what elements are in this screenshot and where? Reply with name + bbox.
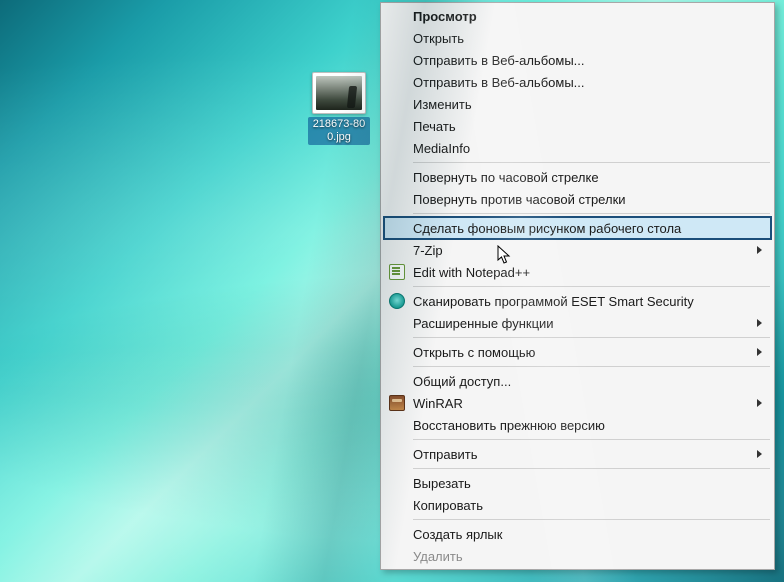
chevron-right-icon — [757, 319, 762, 327]
menu-item-label: Edit with Notepad++ — [413, 265, 530, 280]
menu-item-label: Отправить в Веб-альбомы... — [413, 75, 585, 90]
chevron-right-icon — [757, 399, 762, 407]
menu-item-label: Отправить — [413, 447, 477, 462]
menu-item[interactable]: WinRAR — [383, 392, 772, 414]
menu-item-label: Расширенные функции — [413, 316, 554, 331]
context-menu: Просмотр Открыть Отправить в Веб-альбомы..… — [380, 2, 775, 570]
menu-item[interactable]: Изменить — [383, 93, 772, 115]
menu-item-label: Печать — [413, 119, 456, 134]
menu-item[interactable]: Восстановить прежнюю версию — [383, 414, 772, 436]
file-thumbnail — [312, 72, 366, 114]
menu-separator — [413, 162, 770, 163]
menu-item-label: Повернуть против часовой стрелки — [413, 192, 626, 207]
eset-icon — [389, 293, 405, 309]
menu-item[interactable]: Расширенные функции — [383, 312, 772, 334]
menu-item-label: Удалить — [413, 549, 463, 564]
menu-item[interactable]: Повернуть по часовой стрелке — [383, 166, 772, 188]
chevron-right-icon — [757, 450, 762, 458]
menu-item-label: Открыть с помощью — [413, 345, 535, 360]
winrar-icon — [389, 395, 405, 411]
menu-item-label: Сделать фоновым рисунком рабочего стола — [413, 221, 681, 236]
menu-item[interactable]: Создать ярлык — [383, 523, 772, 545]
desktop-file-icon[interactable]: 218673-800.jpg — [308, 72, 370, 145]
menu-item[interactable]: Просмотр — [383, 5, 772, 27]
menu-separator — [413, 337, 770, 338]
menu-item[interactable]: Открыть с помощью — [383, 341, 772, 363]
menu-item[interactable]: Общий доступ... — [383, 370, 772, 392]
menu-separator — [413, 468, 770, 469]
menu-separator — [413, 519, 770, 520]
menu-item-label: Просмотр — [413, 9, 477, 24]
menu-item[interactable]: Повернуть против часовой стрелки — [383, 188, 772, 210]
menu-item-label: Восстановить прежнюю версию — [413, 418, 605, 433]
menu-item[interactable]: Копировать — [383, 494, 772, 516]
menu-item-label: Повернуть по часовой стрелке — [413, 170, 599, 185]
menu-item-label: Изменить — [413, 97, 472, 112]
menu-item[interactable]: 7-Zip — [383, 239, 772, 261]
menu-separator — [413, 439, 770, 440]
menu-item[interactable]: Сделать фоновым рисунком рабочего стола — [383, 216, 772, 240]
menu-separator — [413, 366, 770, 367]
notepad-icon — [389, 264, 405, 280]
menu-item[interactable]: Печать — [383, 115, 772, 137]
file-label: 218673-800.jpg — [308, 117, 370, 145]
menu-item-label: Вырезать — [413, 476, 471, 491]
menu-item-label: MediaInfo — [413, 141, 470, 156]
menu-separator — [413, 213, 770, 214]
menu-item[interactable]: MediaInfo — [383, 137, 772, 159]
menu-item-label: Копировать — [413, 498, 483, 513]
menu-item-label: Общий доступ... — [413, 374, 511, 389]
menu-item[interactable]: Отправить — [383, 443, 772, 465]
menu-item[interactable]: Сканировать программой ESET Smart Securi… — [383, 290, 772, 312]
menu-item: Удалить — [383, 545, 772, 567]
menu-item-label: Открыть — [413, 31, 464, 46]
menu-separator — [413, 286, 770, 287]
menu-item-label: WinRAR — [413, 396, 463, 411]
menu-item-label: 7-Zip — [413, 243, 443, 258]
menu-item-label: Отправить в Веб-альбомы... — [413, 53, 585, 68]
menu-item[interactable]: Вырезать — [383, 472, 772, 494]
menu-item-label: Создать ярлык — [413, 527, 502, 542]
chevron-right-icon — [757, 348, 762, 356]
chevron-right-icon — [757, 246, 762, 254]
menu-item-label: Сканировать программой ESET Smart Securi… — [413, 294, 694, 309]
menu-item[interactable]: Отправить в Веб-альбомы... — [383, 71, 772, 93]
menu-item[interactable]: Открыть — [383, 27, 772, 49]
menu-item[interactable]: Edit with Notepad++ — [383, 261, 772, 283]
menu-item[interactable]: Отправить в Веб-альбомы... — [383, 49, 772, 71]
